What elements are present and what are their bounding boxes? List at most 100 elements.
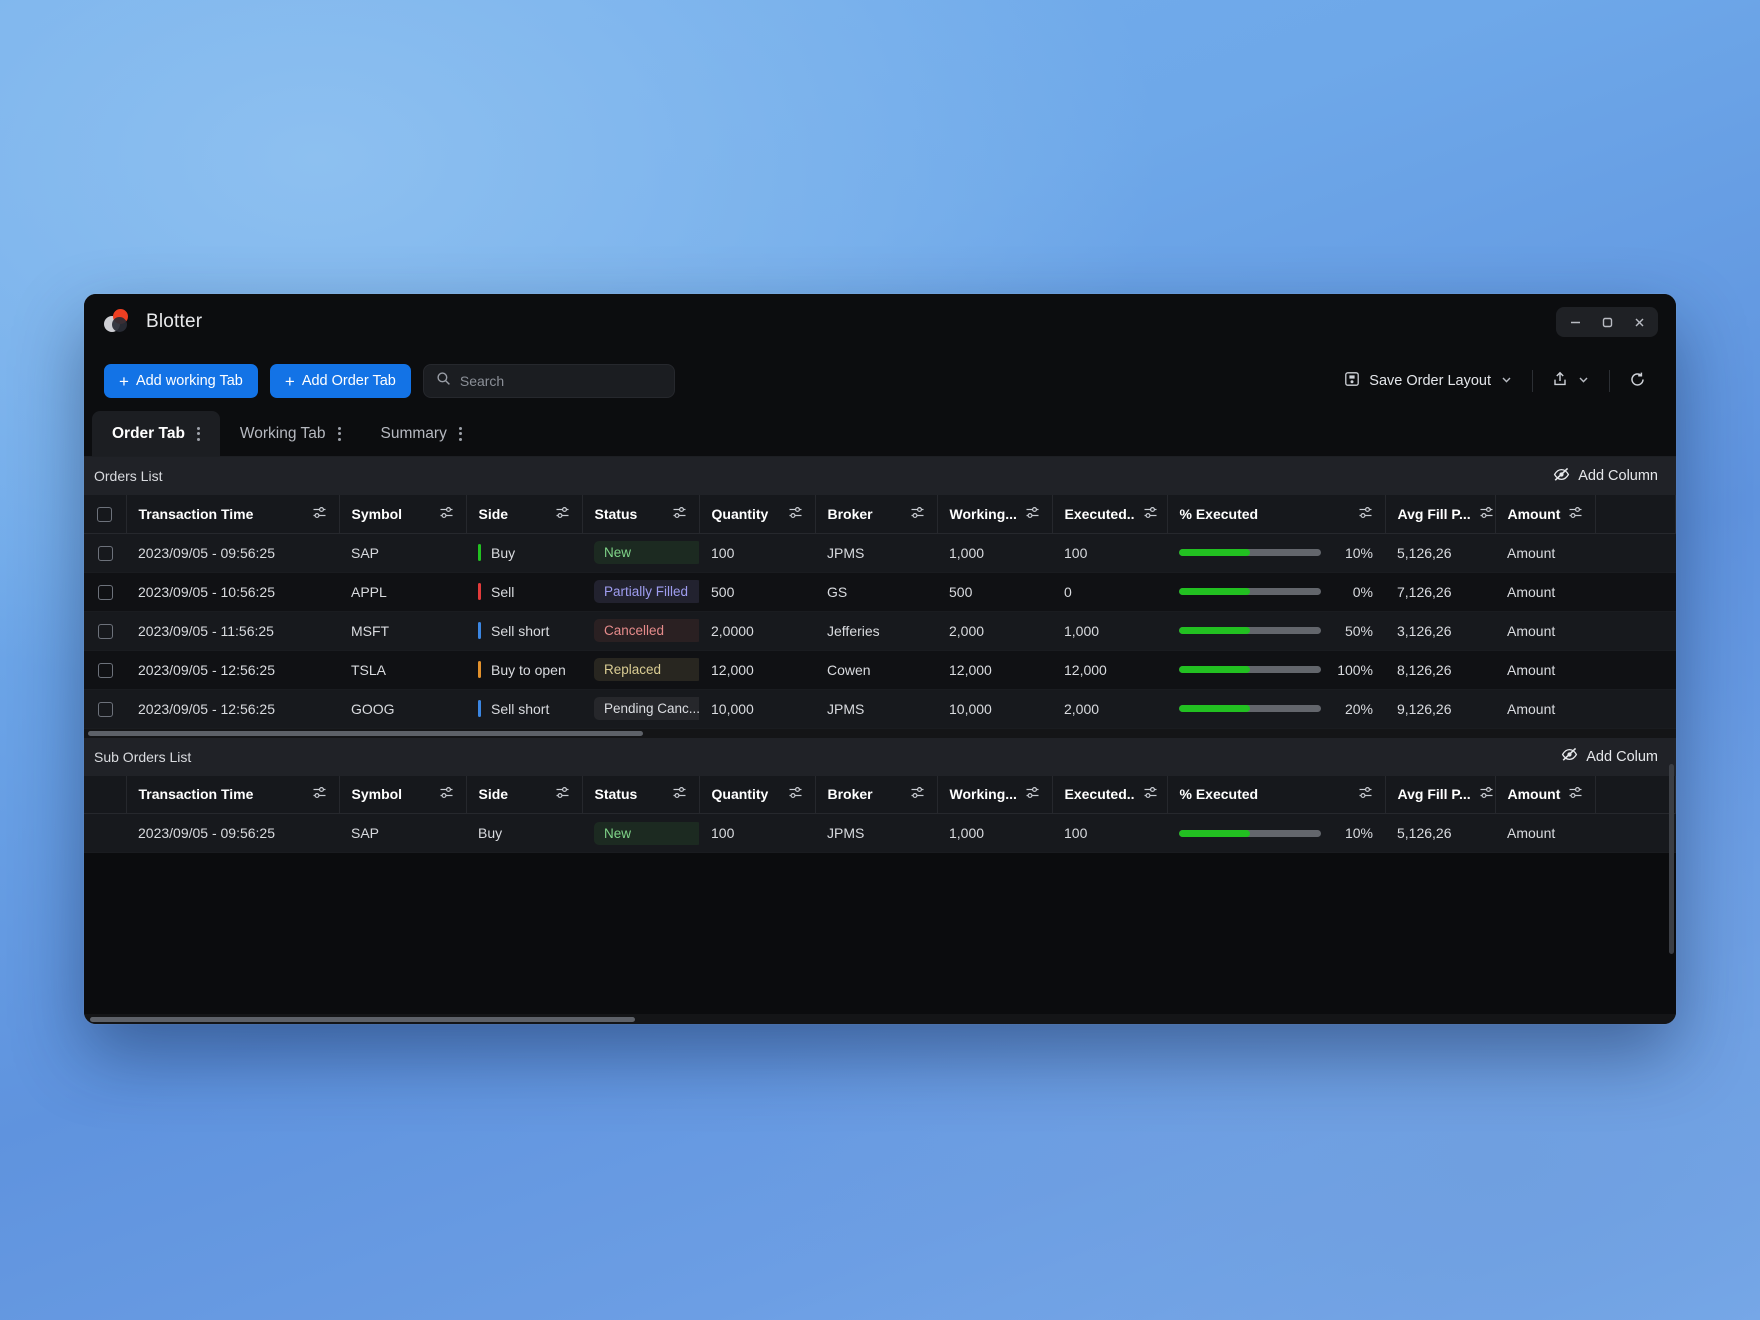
sliders-icon[interactable] xyxy=(1568,785,1583,803)
tab-menu-icon[interactable] xyxy=(337,426,341,441)
col-working[interactable]: Working... xyxy=(937,495,1053,534)
side-color-bar xyxy=(478,544,481,561)
col-executed[interactable]: Executed.. xyxy=(1052,775,1168,814)
minimize-icon[interactable] xyxy=(1560,310,1590,334)
col-transaction-time[interactable]: Transaction Time xyxy=(126,775,340,814)
cell-side: Sell xyxy=(466,572,582,612)
cell-avg-fill-price: 8,126,26 xyxy=(1385,650,1495,690)
tab-working-tab[interactable]: Working Tab xyxy=(220,411,361,456)
col-status[interactable]: Status xyxy=(582,775,700,814)
window-horizontal-scrollbar[interactable] xyxy=(84,1014,1676,1024)
vertical-scrollbar[interactable] xyxy=(1669,764,1674,954)
sliders-icon[interactable] xyxy=(555,785,570,803)
sliders-icon[interactable] xyxy=(788,785,803,803)
table-row[interactable]: 2023/09/05 - 09:56:25 SAP Buy New 100 JPMS 1,0… xyxy=(84,813,1676,853)
col-symbol[interactable]: Symbol xyxy=(339,495,467,534)
add-working-tab-button[interactable]: + Add working Tab xyxy=(104,364,258,398)
orders-horizontal-scrollbar[interactable] xyxy=(84,728,1676,738)
sliders-icon[interactable] xyxy=(312,785,327,803)
add-column-button-orders[interactable]: Add Column xyxy=(1553,466,1658,487)
side-color-bar xyxy=(478,622,481,639)
toolbar-divider xyxy=(1609,370,1610,392)
cell-working: 2,000 xyxy=(937,611,1052,651)
col-side[interactable]: Side xyxy=(466,495,583,534)
sliders-icon[interactable] xyxy=(1479,505,1494,523)
tab-summary[interactable]: Summary xyxy=(361,411,482,456)
row-select-cell[interactable] xyxy=(84,689,126,729)
search-box[interactable] xyxy=(422,364,675,398)
tab-order-tab[interactable]: Order Tab xyxy=(92,411,220,456)
sliders-icon[interactable] xyxy=(555,505,570,523)
percent-label: 100% xyxy=(1337,661,1373,678)
row-select-cell[interactable] xyxy=(84,650,126,690)
scrollbar-thumb[interactable] xyxy=(88,730,643,736)
col-quantity[interactable]: Quantity xyxy=(699,495,816,534)
col-status[interactable]: Status xyxy=(582,495,700,534)
status-badge: New xyxy=(594,541,699,564)
sliders-icon[interactable] xyxy=(1025,505,1040,523)
sliders-icon[interactable] xyxy=(439,505,454,523)
row-checkbox[interactable] xyxy=(97,701,113,717)
row-select-cell[interactable] xyxy=(84,533,126,573)
col-symbol[interactable]: Symbol xyxy=(339,775,467,814)
search-input[interactable] xyxy=(459,373,662,389)
select-all-header[interactable] xyxy=(84,495,127,534)
sliders-icon[interactable] xyxy=(1143,505,1158,523)
sliders-icon[interactable] xyxy=(439,785,454,803)
col-quantity[interactable]: Quantity xyxy=(699,775,816,814)
sliders-icon[interactable] xyxy=(788,505,803,523)
sliders-icon[interactable] xyxy=(672,505,687,523)
side-label: Sell short xyxy=(491,622,550,639)
sliders-icon[interactable] xyxy=(1025,785,1040,803)
cell-quantity: 12,000 xyxy=(699,650,815,690)
table-row[interactable]: 2023/09/05 - 10:56:25 APPL Sell Partially F… xyxy=(84,572,1676,612)
col-executed[interactable]: Executed.. xyxy=(1052,495,1168,534)
col-percent-executed[interactable]: % Executed xyxy=(1167,775,1386,814)
maximize-icon[interactable] xyxy=(1592,310,1622,334)
table-row[interactable]: 2023/09/05 - 09:56:25 SAP Buy New 100 JPMS 1,0… xyxy=(84,533,1676,573)
row-select-cell[interactable] xyxy=(84,572,126,612)
orders-list-header: Orders List Add Column xyxy=(84,457,1676,495)
sliders-icon[interactable] xyxy=(1568,505,1583,523)
sliders-icon[interactable] xyxy=(1143,785,1158,803)
sliders-icon[interactable] xyxy=(910,505,925,523)
row-checkbox[interactable] xyxy=(97,662,113,678)
col-working[interactable]: Working... xyxy=(937,775,1053,814)
col-amount[interactable]: Amount xyxy=(1495,775,1596,814)
col-broker[interactable]: Broker xyxy=(815,495,938,534)
tab-menu-icon[interactable] xyxy=(196,426,200,441)
scrollbar-thumb[interactable] xyxy=(90,1017,635,1022)
col-avg-fill-price[interactable]: Avg Fill P... xyxy=(1385,495,1496,534)
table-row[interactable]: 2023/09/05 - 11:56:25 MSFT Sell short Cance… xyxy=(84,611,1676,651)
save-order-layout-button[interactable]: Save Order Layout xyxy=(1334,365,1523,397)
row-checkbox[interactable] xyxy=(97,623,113,639)
sliders-icon[interactable] xyxy=(672,785,687,803)
cell-amount: Amount xyxy=(1495,611,1595,651)
tab-menu-icon[interactable] xyxy=(458,426,462,441)
row-select-cell[interactable] xyxy=(84,611,126,651)
sub-orders-table: Transaction Time Symbol Side Status Quan… xyxy=(84,775,1676,853)
tab-bar: Order Tab Working Tab Summary xyxy=(84,411,1676,457)
col-transaction-time[interactable]: Transaction Time xyxy=(126,495,340,534)
col-avg-fill-price[interactable]: Avg Fill P... xyxy=(1385,775,1496,814)
row-checkbox[interactable] xyxy=(97,545,113,561)
table-row[interactable]: 2023/09/05 - 12:56:25 GOOG Sell short Pendi… xyxy=(84,689,1676,729)
col-broker[interactable]: Broker xyxy=(815,775,938,814)
select-all-checkbox[interactable] xyxy=(97,507,113,523)
sliders-icon[interactable] xyxy=(910,785,925,803)
sliders-icon[interactable] xyxy=(312,505,327,523)
sliders-icon[interactable] xyxy=(1479,785,1494,803)
share-button[interactable] xyxy=(1542,365,1600,397)
add-column-button-sub-orders[interactable]: Add Colum xyxy=(1561,746,1658,767)
percent-label: 50% xyxy=(1344,622,1373,639)
col-amount[interactable]: Amount xyxy=(1495,495,1596,534)
add-order-tab-button[interactable]: + Add Order Tab xyxy=(269,364,411,398)
sliders-icon[interactable] xyxy=(1358,785,1373,803)
refresh-button[interactable] xyxy=(1619,365,1656,398)
sliders-icon[interactable] xyxy=(1358,505,1373,523)
col-side[interactable]: Side xyxy=(466,775,583,814)
table-row[interactable]: 2023/09/05 - 12:56:25 TSLA Buy to open Repl… xyxy=(84,650,1676,690)
close-icon[interactable] xyxy=(1624,310,1654,334)
col-percent-executed[interactable]: % Executed xyxy=(1167,495,1386,534)
row-checkbox[interactable] xyxy=(97,584,113,600)
